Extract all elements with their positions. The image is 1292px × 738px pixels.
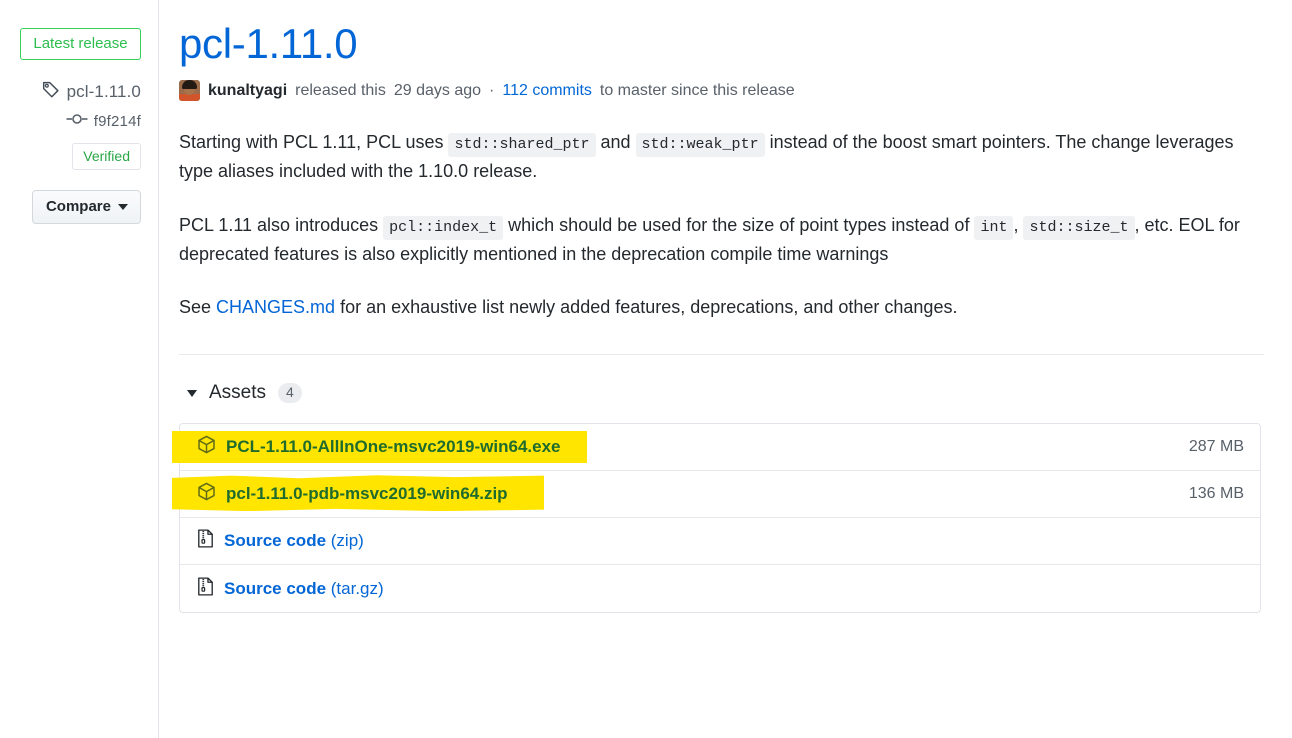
source-code-ext: (tar.gz) bbox=[326, 578, 384, 598]
section-divider bbox=[179, 354, 1264, 356]
p2-text-2: which should be used for the size of poi… bbox=[503, 214, 975, 235]
compare-button[interactable]: Compare bbox=[31, 190, 141, 224]
file-zip-icon bbox=[197, 577, 214, 601]
tag-icon bbox=[42, 80, 60, 103]
table-row[interactable]: PCL-1.11.0-AllInOne-msvc2019-win64.exe 2… bbox=[172, 424, 1260, 472]
byline-separator: · bbox=[489, 81, 495, 99]
code-index-t: pcl::index_t bbox=[383, 215, 504, 240]
code-weak-ptr: std::weak_ptr bbox=[635, 133, 765, 158]
assets-label: Assets bbox=[209, 382, 267, 404]
author-name[interactable]: kunaltyagi bbox=[208, 82, 287, 100]
commit-row[interactable]: f9f214f bbox=[0, 112, 159, 131]
package-icon bbox=[197, 435, 216, 459]
p3-text-2: for an exhaustive list newly added featu… bbox=[335, 297, 958, 317]
asset-left: pcl-1.11.0-pdb-msvc2019-win64.zip bbox=[197, 482, 508, 506]
commit-sha: f9f214f bbox=[93, 113, 141, 130]
p2-text-1: PCL 1.11 also introduces bbox=[179, 214, 384, 235]
file-zip-icon bbox=[197, 529, 214, 553]
compare-wrap: Compare bbox=[0, 190, 159, 224]
assets-table: PCL-1.11.0-AllInOne-msvc2019-win64.exe 2… bbox=[172, 423, 1261, 614]
release-main: pcl-1.11.0 kunaltyagi released this 29 d… bbox=[159, 0, 1292, 738]
commits-link[interactable]: 112 commits bbox=[502, 82, 592, 100]
tag-name: pcl-1.11.0 bbox=[66, 81, 141, 101]
p1-text-1: Starting with PCL 1.11, PCL uses bbox=[179, 132, 449, 153]
asset-size: 136 MB bbox=[1188, 485, 1244, 503]
table-row[interactable]: pcl-1.11.0-pdb-msvc2019-win64.zip 136 MB bbox=[172, 471, 1260, 519]
source-code-label: Source code bbox=[224, 531, 327, 551]
code-shared-ptr: std::shared_ptr bbox=[448, 133, 596, 158]
release-byline: kunaltyagi released this 29 days ago · 1… bbox=[179, 80, 1264, 102]
source-code-link[interactable]: Source code (tar.gz) bbox=[224, 579, 384, 599]
release-paragraph-3: See CHANGES.md for an exhaustive list ne… bbox=[179, 293, 1264, 322]
asset-left: Source code (zip) bbox=[197, 529, 364, 553]
assets-count-badge: 4 bbox=[278, 382, 302, 404]
compare-button-label: Compare bbox=[45, 198, 111, 215]
table-row[interactable]: Source code (zip) bbox=[180, 518, 1260, 566]
table-row[interactable]: Source code (tar.gz) bbox=[180, 565, 1260, 612]
source-code-ext: (zip) bbox=[326, 531, 364, 551]
assets-header[interactable]: Assets 4 bbox=[179, 382, 1264, 404]
chevron-down-icon[interactable] bbox=[187, 389, 197, 397]
tag-row[interactable]: pcl-1.11.0 bbox=[0, 80, 159, 103]
asset-left: PCL-1.11.0-AllInOne-msvc2019-win64.exe bbox=[197, 435, 561, 459]
p1-text-2: and bbox=[595, 132, 636, 153]
code-size-t: std::size_t bbox=[1023, 215, 1135, 240]
avatar[interactable] bbox=[179, 80, 200, 102]
verified-badge[interactable]: Verified bbox=[72, 143, 141, 170]
asset-name-link[interactable]: pcl-1.11.0-pdb-msvc2019-win64.zip bbox=[226, 484, 508, 504]
release-page: Latest release pcl-1.11.0 f9f214f Verifi… bbox=[0, 0, 1292, 738]
released-text: released this bbox=[295, 81, 386, 99]
page-title[interactable]: pcl-1.11.0 bbox=[179, 21, 1264, 66]
package-icon bbox=[197, 482, 216, 506]
code-int: int bbox=[974, 215, 1014, 240]
source-code-label: Source code bbox=[224, 578, 327, 598]
commits-suffix: to master since this release bbox=[599, 81, 795, 99]
release-sidebar: Latest release pcl-1.11.0 f9f214f Verifi… bbox=[0, 0, 159, 738]
chevron-down-icon bbox=[118, 203, 128, 210]
changes-md-link[interactable]: CHANGES.md bbox=[216, 297, 335, 317]
source-code-link[interactable]: Source code (zip) bbox=[224, 531, 364, 551]
latest-release-badge: Latest release bbox=[20, 28, 141, 60]
release-date: 29 days ago bbox=[393, 81, 482, 99]
asset-name-link[interactable]: PCL-1.11.0-AllInOne-msvc2019-win64.exe bbox=[226, 437, 561, 457]
commit-icon bbox=[66, 112, 88, 131]
asset-left: Source code (tar.gz) bbox=[197, 577, 384, 601]
verified-wrap: Verified bbox=[0, 143, 159, 170]
asset-size: 287 MB bbox=[1188, 438, 1244, 456]
p3-text-1: See bbox=[179, 297, 217, 317]
release-paragraph-2: PCL 1.11 also introduces pcl::index_t wh… bbox=[179, 211, 1264, 269]
p2-text-3: , bbox=[1013, 214, 1024, 235]
release-paragraph-1: Starting with PCL 1.11, PCL uses std::sh… bbox=[179, 128, 1264, 186]
